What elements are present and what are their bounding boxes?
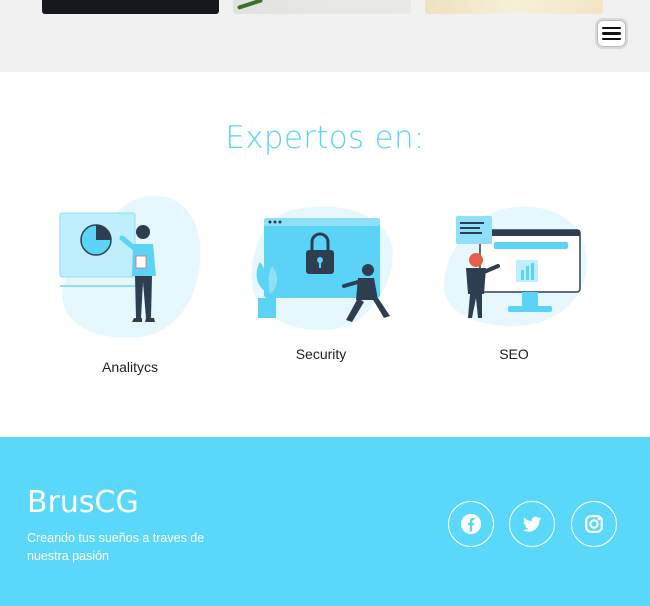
- gallery-thumbnail-1[interactable]: [42, 0, 219, 14]
- facebook-icon: [460, 513, 482, 535]
- twitter-button[interactable]: [509, 501, 555, 547]
- expert-card-analytics: Analitycs: [56, 192, 204, 375]
- twitter-icon: [522, 516, 542, 532]
- expert-label-analytics: Analitycs: [101, 359, 159, 375]
- expert-card-seo: SEO: [440, 202, 588, 362]
- seo-illustration: [443, 206, 587, 326]
- gallery-strip: [0, 0, 650, 72]
- hamburger-icon-bar: [602, 32, 621, 35]
- footer-tagline: Creando tus sueños a traves de nuestra p…: [27, 531, 205, 563]
- expert-label-security: Security: [295, 346, 347, 362]
- instagram-icon: [585, 515, 603, 533]
- analytics-illustration: [59, 195, 201, 338]
- facebook-button[interactable]: [448, 501, 494, 547]
- footer-brand[interactable]: BrusCG: [27, 485, 139, 520]
- leaf-decoration: [237, 0, 263, 10]
- expert-card-security: Security: [246, 202, 396, 362]
- gallery-thumbnail-3[interactable]: [425, 0, 603, 14]
- footer: BrusCG Creando tus sueños a traves de nu…: [0, 437, 650, 606]
- gallery-thumbnail-2[interactable]: [233, 0, 411, 14]
- experts-title: Expertos en:: [225, 120, 425, 156]
- hamburger-icon: [602, 26, 621, 30]
- instagram-button[interactable]: [571, 501, 617, 547]
- menu-button[interactable]: [595, 18, 628, 49]
- expert-label-seo: SEO: [499, 346, 529, 362]
- security-illustration: [251, 206, 393, 330]
- hamburger-icon-bar: [602, 37, 621, 41]
